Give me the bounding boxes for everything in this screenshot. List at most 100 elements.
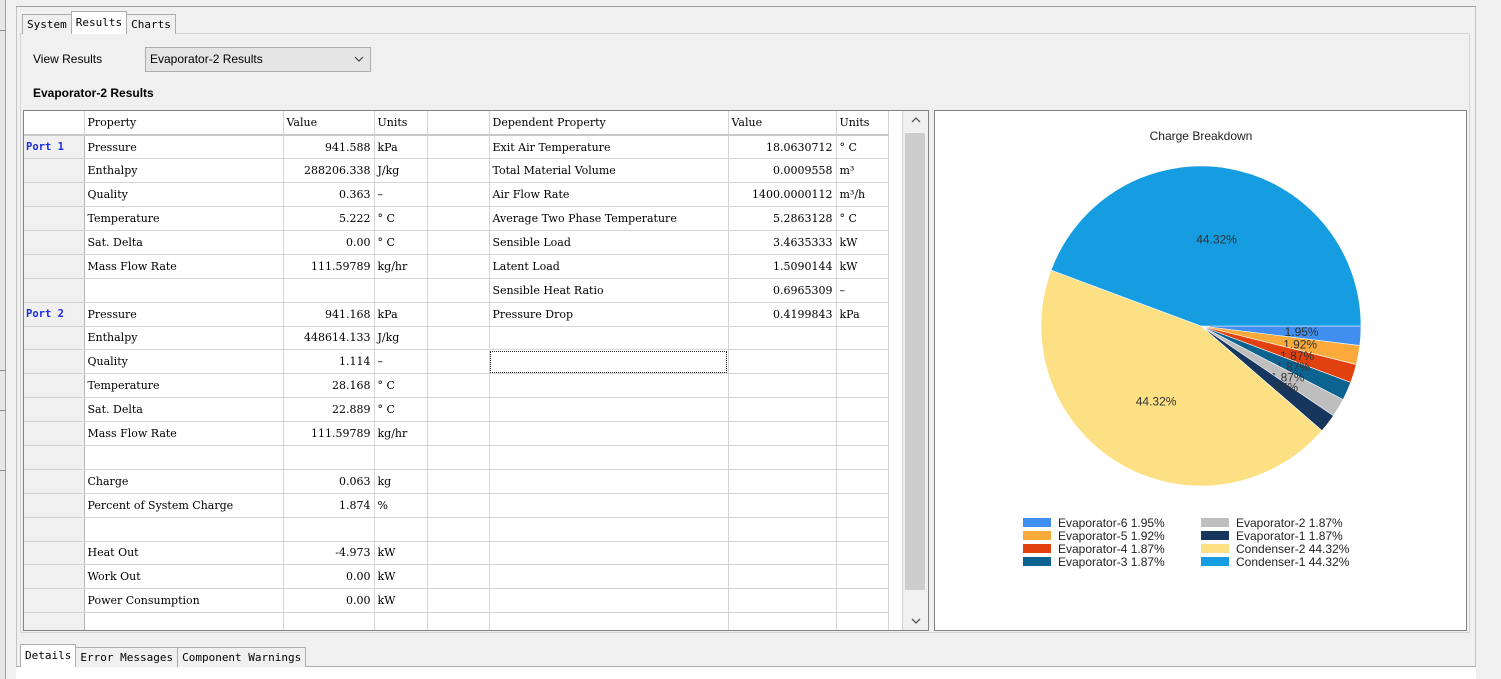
tab-details[interactable]: Details xyxy=(20,644,77,667)
row-header[interactable] xyxy=(24,421,85,446)
units-cell[interactable]: J/kg xyxy=(374,158,428,184)
units-cell[interactable]: kPa xyxy=(374,134,428,160)
row-header[interactable] xyxy=(24,612,85,630)
units-cell[interactable]: kg xyxy=(374,469,428,494)
scroll-down-arrow-icon[interactable] xyxy=(903,612,929,630)
dependent-value-cell[interactable]: 3.4635333 xyxy=(728,230,837,255)
dependent-property-cell[interactable] xyxy=(489,588,729,614)
dependent-property-cell[interactable]: Sensible Heat Ratio xyxy=(489,278,729,303)
dependent-property-cell[interactable]: Sensible Load xyxy=(489,230,729,255)
value-cell[interactable]: 0.363 xyxy=(283,182,375,208)
dependent-units-cell[interactable]: kPa xyxy=(836,302,889,327)
dependent-units-cell[interactable] xyxy=(836,349,889,375)
dependent-property-cell[interactable] xyxy=(489,612,729,630)
dependent-units-cell[interactable]: m³ xyxy=(836,158,889,184)
row-header[interactable] xyxy=(24,326,85,351)
units-cell[interactable] xyxy=(374,278,428,303)
dependent-property-cell[interactable] xyxy=(489,421,729,446)
units-cell[interactable]: kg/hr xyxy=(374,254,428,279)
units-cell[interactable]: % xyxy=(374,493,428,518)
value-cell[interactable] xyxy=(283,612,375,630)
spacer-cell[interactable] xyxy=(427,349,490,375)
dependent-property-cell[interactable]: Air Flow Rate xyxy=(489,182,729,208)
row-header[interactable] xyxy=(24,158,85,184)
spacer-cell[interactable] xyxy=(427,564,490,590)
units-cell[interactable]: kW xyxy=(374,564,428,590)
spacer-cell[interactable] xyxy=(427,541,490,566)
column-header[interactable]: Units xyxy=(374,111,428,136)
property-cell[interactable]: Work Out xyxy=(84,564,284,590)
row-header[interactable] xyxy=(24,182,85,208)
dependent-value-cell[interactable] xyxy=(728,469,837,494)
units-cell[interactable]: ° C xyxy=(374,206,428,231)
grid-vertical-scrollbar[interactable] xyxy=(902,111,928,630)
row-header[interactable]: Port 1 xyxy=(24,134,85,160)
dependent-units-cell[interactable]: ° C xyxy=(836,134,889,160)
dependent-value-cell[interactable]: 0.6965309 xyxy=(728,278,837,303)
dependent-property-cell[interactable]: Latent Load xyxy=(489,254,729,279)
tab-results[interactable]: Results xyxy=(70,11,128,34)
property-cell[interactable] xyxy=(84,612,284,630)
tab-component-warnings[interactable]: Component Warnings xyxy=(177,647,307,667)
units-cell[interactable]: ° C xyxy=(374,397,428,423)
spacer-cell[interactable] xyxy=(427,612,490,630)
units-cell[interactable]: – xyxy=(374,182,428,208)
dependent-value-cell[interactable] xyxy=(728,493,837,518)
units-cell[interactable] xyxy=(374,445,428,470)
property-cell[interactable]: Pressure xyxy=(84,134,284,160)
results-grid[interactable]: Property Value Units Dependent Property Valu… xyxy=(23,110,929,631)
row-header[interactable] xyxy=(24,564,85,590)
dependent-property-cell[interactable] xyxy=(489,373,729,399)
units-cell[interactable] xyxy=(374,612,428,630)
spacer-cell[interactable] xyxy=(427,134,490,160)
dependent-property-cell[interactable] xyxy=(489,397,729,423)
dependent-value-cell[interactable] xyxy=(728,421,837,446)
spacer-cell[interactable] xyxy=(427,230,490,255)
row-header[interactable] xyxy=(24,445,85,470)
dependent-units-cell[interactable] xyxy=(836,612,889,630)
spacer-cell[interactable] xyxy=(427,421,490,446)
property-cell[interactable]: Heat Out xyxy=(84,541,284,566)
property-cell[interactable] xyxy=(84,278,284,303)
value-cell[interactable] xyxy=(283,278,375,303)
row-header[interactable] xyxy=(24,517,85,542)
property-cell[interactable]: Charge xyxy=(84,469,284,494)
row-header[interactable] xyxy=(24,588,85,614)
dependent-value-cell[interactable]: 1400.0000112 xyxy=(728,182,837,208)
property-cell[interactable]: Quality xyxy=(84,349,284,375)
value-cell[interactable]: 28.168 xyxy=(283,373,375,399)
value-cell[interactable]: -4.973 xyxy=(283,541,375,566)
row-header[interactable] xyxy=(24,278,85,303)
spacer-cell[interactable] xyxy=(427,469,490,494)
spacer-cell[interactable] xyxy=(427,278,490,303)
row-header[interactable] xyxy=(24,397,85,423)
units-cell[interactable]: J/kg xyxy=(374,326,428,351)
dependent-value-cell[interactable]: 1.5090144 xyxy=(728,254,837,279)
row-header[interactable]: Port 2 xyxy=(24,302,85,327)
dependent-value-cell[interactable] xyxy=(728,564,837,590)
dependent-value-cell[interactable]: 0.4199843 xyxy=(728,302,837,327)
dependent-property-cell[interactable] xyxy=(489,541,729,566)
property-cell[interactable]: Enthalpy xyxy=(84,326,284,351)
value-cell[interactable]: 22.889 xyxy=(283,397,375,423)
dependent-units-cell[interactable]: kW xyxy=(836,254,889,279)
dependent-property-cell[interactable]: Pressure Drop xyxy=(489,302,729,327)
dependent-units-cell[interactable] xyxy=(836,421,889,446)
row-header[interactable] xyxy=(24,373,85,399)
property-cell[interactable]: Temperature xyxy=(84,206,284,231)
units-cell[interactable]: – xyxy=(374,349,428,375)
value-cell[interactable]: 111.59789 xyxy=(283,421,375,446)
dependent-value-cell[interactable] xyxy=(728,349,837,375)
value-cell[interactable]: 288206.338 xyxy=(283,158,375,184)
dependent-units-cell[interactable] xyxy=(836,445,889,470)
dependent-units-cell[interactable] xyxy=(836,517,889,542)
spacer-cell[interactable] xyxy=(427,588,490,614)
units-cell[interactable]: kPa xyxy=(374,302,428,327)
dependent-units-cell[interactable] xyxy=(836,541,889,566)
property-cell[interactable]: Sat. Delta xyxy=(84,397,284,423)
column-header[interactable] xyxy=(427,111,490,136)
spacer-cell[interactable] xyxy=(427,206,490,231)
property-cell[interactable]: Percent of System Charge xyxy=(84,493,284,518)
dependent-value-cell[interactable] xyxy=(728,517,837,542)
value-cell[interactable]: 111.59789 xyxy=(283,254,375,279)
